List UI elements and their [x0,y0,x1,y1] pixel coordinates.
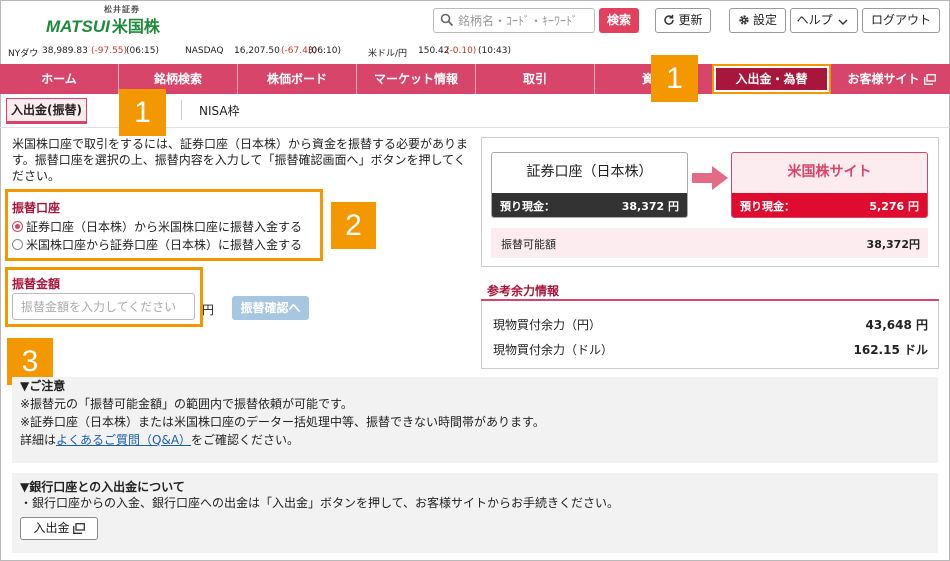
search-icon [440,13,454,27]
fx-value: 150.42 [418,46,450,56]
securities-account-card: 証券口座（日本株） 預り現金： 38,372 円 [491,152,688,218]
notice-line-3-post: をご確認ください。 [191,433,300,447]
step-badge-2: 2 [331,202,376,249]
bank-section: ▼銀行口座との入出金について ・銀行口座からの入金、銀行口座への出金は「入出金」… [12,473,938,553]
deposit-button[interactable]: 入出金 [20,517,98,540]
reference-row-dollar: 現物買付余力（ドル） 162.15 ドル [493,341,928,358]
nav-market-info[interactable]: マーケット情報 [357,64,476,94]
dow-change: (-97.55) [91,46,128,56]
fx-label: 米ドル/円 [368,49,408,59]
yen-unit: 円 [202,303,215,317]
fx-time: (10:43) [478,46,511,56]
bank-title: ▼銀行口座との入出金について [20,480,185,494]
gear-icon [739,15,749,25]
tab-nisa[interactable]: NISA枠 [199,102,240,119]
search-button[interactable]: 検索 [599,8,639,33]
logo-matsui: MATSUI [46,17,110,36]
reference-panel [481,301,939,369]
radio-option-to-us[interactable]: 証券口座（日本株）から米国株口座に振替入金する [12,218,302,235]
fx-change: (-0.10) [446,46,477,56]
logo[interactable]: 松井証券 MATSUI 米国株 [46,4,160,36]
us-cash-value: 5,276 円 [869,200,919,213]
radio-unselected[interactable] [12,239,23,250]
nav-customer-site[interactable]: お客様サイト [833,64,950,94]
refresh-label: 更新 [678,13,703,27]
securities-cash-label: 預り現金： [500,200,555,213]
search-input[interactable] [458,11,590,30]
us-account-card: 米国株サイト 預り現金： 5,276 円 [731,152,928,218]
transfer-confirm-button[interactable]: 振替確認へ [232,296,309,320]
notice-line-1: ※振替元の「振替可能金額」の範囲内で振替依頼が可能です。 [20,397,353,411]
radio-option-to-jp-label: 米国株口座から証券口座（日本株）に振替入金する [26,238,303,252]
nav-deposit-fx[interactable]: 入出金・為替 [712,64,831,94]
transfer-arrow-icon [692,166,728,190]
radio-option-to-jp[interactable]: 米国株口座から証券口座（日本株）に振替入金する [12,236,302,253]
transfer-account-label: 振替口座 [12,201,61,215]
notice-line-3: 詳細はよくあるご質問（Q&A）をご確認ください。 [20,431,938,449]
tab-deposit-transfer[interactable]: 入出金(振替) [6,98,87,124]
header: 松井証券 MATSUI米国株 検索 更新 設定 ヘルプ ログアウト [0,0,950,42]
reference-row-yen-value: 43,648 円 [865,318,929,332]
us-cash-label: 預り現金： [740,200,795,213]
transfer-amount-input[interactable] [12,293,195,320]
notice-line-3-pre: 詳細は [20,433,57,447]
notice-line-2: ※証券口座（日本株）または米国株口座のデーター括処理中等、振替できない時間帯があ… [20,415,545,429]
reference-row-dollar-value: 162.15 ドル [853,343,929,357]
nav-trade[interactable]: 取引 [476,64,595,94]
step-badge-1-subtab: 1 [119,89,166,136]
notice-box: ▼ご注意 ※振替元の「振替可能金額」の範囲内で振替依頼が可能です。 ※証券口座（… [12,377,938,463]
nav-home[interactable]: ホーム [0,64,119,94]
step-badge-1-nav: 1 [651,55,698,102]
nasdaq-time: (06:10) [308,46,341,56]
market-ticker: NYダウ 38,989.83 (-97.55) (06:15) NASDAQ 1… [0,42,950,62]
settings-label: 設定 [752,13,777,27]
tab-divider [181,100,182,120]
chevron-down-icon [838,19,848,25]
deposit-button-label: 入出金 [33,521,70,535]
reference-title: 参考余力情報 [487,284,560,298]
notice-title: ▼ご注意 [20,379,66,393]
dow-label: NYダウ [8,49,39,59]
nasdaq-label: NASDAQ [185,46,224,56]
refresh-icon [664,14,675,25]
dow-value: 38,989.83 [42,46,88,56]
help-button[interactable]: ヘルプ [790,8,858,33]
securities-account-title: 証券口座（日本株） [526,164,653,180]
intro-text: 米国株口座で取引をするには、証券口座（日本株）から資金を振替する必要があります。… [12,137,469,183]
bank-line-1: ・銀行口座からの入金、銀行口座への出金は「入出金」ボタンを押して、お客様サイトか… [20,496,620,510]
available-amount-row: 振替可能額 38,372円 [491,228,928,258]
nav-customer-site-label: お客様サイト [847,72,920,86]
dow-time: (06:15) [126,46,159,56]
external-window-icon [923,74,936,85]
available-value: 38,372円 [866,238,920,251]
faq-link[interactable]: よくあるご質問（Q&A） [56,433,191,447]
radio-selected[interactable] [12,221,23,232]
us-account-title: 米国株サイト [787,164,872,180]
help-label: ヘルプ [796,13,833,27]
external-window-icon [72,523,85,534]
securities-cash-value: 38,372 円 [621,200,679,213]
search-box [433,8,595,33]
transfer-amount-label: 振替金額 [12,277,61,291]
nasdaq-value: 16,207.50 [234,46,280,56]
refresh-button[interactable]: 更新 [655,8,711,33]
reference-row-dollar-label: 現物買付余力（ドル） [493,343,614,357]
reference-row-yen-label: 現物買付余力（円） [493,318,602,332]
available-label: 振替可能額 [501,238,556,251]
reference-row-yen: 現物買付余力（円） 43,648 円 [493,316,928,333]
radio-option-to-us-label: 証券口座（日本株）から米国株口座に振替入金する [26,220,303,234]
nav-price-board[interactable]: 株価ボード [238,64,357,94]
logout-button[interactable]: ログアウト [862,8,940,33]
logo-sub: 米国株 [111,17,160,36]
settings-button[interactable]: 設定 [729,8,786,33]
